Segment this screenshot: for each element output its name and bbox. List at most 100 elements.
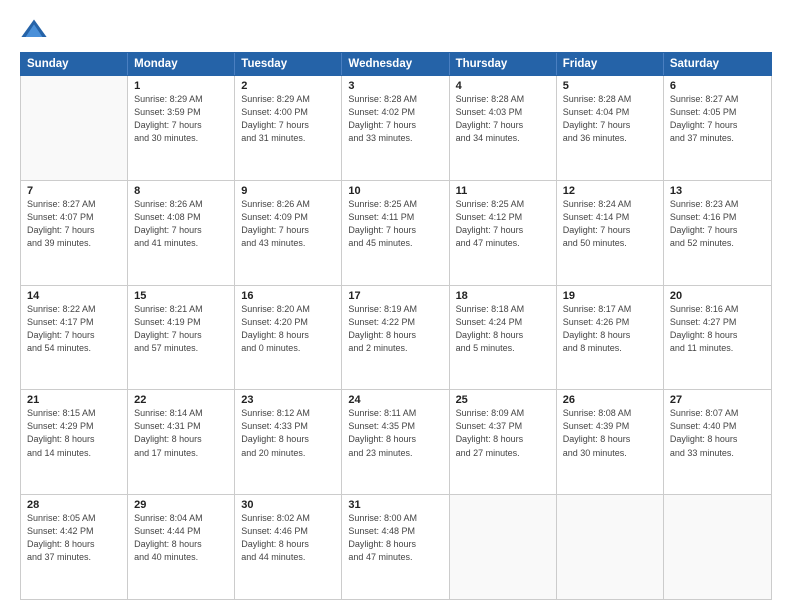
calendar-cell: 20Sunrise: 8:16 AMSunset: 4:27 PMDayligh… (664, 286, 771, 390)
cell-line: and 47 minutes. (348, 551, 442, 564)
calendar: SundayMondayTuesdayWednesdayThursdayFrid… (20, 52, 772, 600)
cell-line: and 33 minutes. (348, 132, 442, 145)
cell-line: Daylight: 8 hours (563, 433, 657, 446)
calendar-cell: 3Sunrise: 8:28 AMSunset: 4:02 PMDaylight… (342, 76, 449, 180)
calendar-cell: 18Sunrise: 8:18 AMSunset: 4:24 PMDayligh… (450, 286, 557, 390)
cell-line: Sunrise: 8:29 AM (241, 93, 335, 106)
cell-line: Sunset: 4:08 PM (134, 211, 228, 224)
cell-line: Daylight: 7 hours (241, 119, 335, 132)
calendar-cell: 5Sunrise: 8:28 AMSunset: 4:04 PMDaylight… (557, 76, 664, 180)
cell-line: Sunset: 4:42 PM (27, 525, 121, 538)
cell-line: Sunset: 4:31 PM (134, 420, 228, 433)
cell-line: Sunset: 4:40 PM (670, 420, 765, 433)
cell-line: Sunset: 4:12 PM (456, 211, 550, 224)
cell-line: Sunset: 4:05 PM (670, 106, 765, 119)
cell-line: Sunrise: 8:14 AM (134, 407, 228, 420)
cell-line: Daylight: 8 hours (456, 433, 550, 446)
calendar-row-0: 1Sunrise: 8:29 AMSunset: 3:59 PMDaylight… (21, 76, 771, 180)
calendar-cell: 14Sunrise: 8:22 AMSunset: 4:17 PMDayligh… (21, 286, 128, 390)
cell-line: Sunset: 4:48 PM (348, 525, 442, 538)
cell-line: and 41 minutes. (134, 237, 228, 250)
day-number: 12 (563, 185, 657, 197)
cell-line: Sunrise: 8:23 AM (670, 198, 765, 211)
cell-line: Sunset: 4:46 PM (241, 525, 335, 538)
cell-line: and 2 minutes. (348, 342, 442, 355)
calendar-cell: 23Sunrise: 8:12 AMSunset: 4:33 PMDayligh… (235, 390, 342, 494)
cell-line: and 44 minutes. (241, 551, 335, 564)
cell-line: Sunrise: 8:27 AM (670, 93, 765, 106)
cell-line: Sunset: 4:07 PM (27, 211, 121, 224)
cell-line: Sunrise: 8:05 AM (27, 512, 121, 525)
cell-line: Sunrise: 8:12 AM (241, 407, 335, 420)
day-number: 18 (456, 290, 550, 302)
cell-line: Sunrise: 8:26 AM (241, 198, 335, 211)
cell-line: Sunset: 4:17 PM (27, 316, 121, 329)
cell-line: Daylight: 8 hours (241, 329, 335, 342)
day-number: 15 (134, 290, 228, 302)
cell-line: and 5 minutes. (456, 342, 550, 355)
page: SundayMondayTuesdayWednesdayThursdayFrid… (0, 0, 792, 612)
cell-line: Daylight: 7 hours (134, 119, 228, 132)
header-day-sunday: Sunday (21, 53, 128, 75)
day-number: 30 (241, 499, 335, 511)
cell-line: Daylight: 8 hours (348, 329, 442, 342)
cell-line: and 50 minutes. (563, 237, 657, 250)
cell-line: Sunset: 4:14 PM (563, 211, 657, 224)
cell-line: Daylight: 7 hours (134, 224, 228, 237)
cell-line: Sunset: 4:16 PM (670, 211, 765, 224)
cell-line: Sunset: 4:27 PM (670, 316, 765, 329)
cell-line: Sunrise: 8:28 AM (563, 93, 657, 106)
calendar-cell: 22Sunrise: 8:14 AMSunset: 4:31 PMDayligh… (128, 390, 235, 494)
cell-line: Daylight: 8 hours (670, 433, 765, 446)
day-number: 2 (241, 80, 335, 92)
cell-line: Sunrise: 8:16 AM (670, 303, 765, 316)
cell-line: and 27 minutes. (456, 447, 550, 460)
cell-line: Daylight: 8 hours (134, 433, 228, 446)
cell-line: Sunset: 4:33 PM (241, 420, 335, 433)
day-number: 20 (670, 290, 765, 302)
day-number: 21 (27, 394, 121, 406)
cell-line: Daylight: 7 hours (348, 224, 442, 237)
calendar-cell: 4Sunrise: 8:28 AMSunset: 4:03 PMDaylight… (450, 76, 557, 180)
cell-line: and 43 minutes. (241, 237, 335, 250)
header (20, 16, 772, 44)
cell-line: and 45 minutes. (348, 237, 442, 250)
calendar-cell: 24Sunrise: 8:11 AMSunset: 4:35 PMDayligh… (342, 390, 449, 494)
cell-line: Sunrise: 8:24 AM (563, 198, 657, 211)
cell-line: and 57 minutes. (134, 342, 228, 355)
cell-line: and 37 minutes. (670, 132, 765, 145)
header-day-monday: Monday (128, 53, 235, 75)
cell-line: Sunset: 4:44 PM (134, 525, 228, 538)
cell-line: Sunrise: 8:19 AM (348, 303, 442, 316)
day-number: 1 (134, 80, 228, 92)
cell-line: Daylight: 8 hours (348, 538, 442, 551)
calendar-cell: 11Sunrise: 8:25 AMSunset: 4:12 PMDayligh… (450, 181, 557, 285)
cell-line: Sunrise: 8:26 AM (134, 198, 228, 211)
cell-line: Daylight: 8 hours (670, 329, 765, 342)
day-number: 11 (456, 185, 550, 197)
cell-line: and 37 minutes. (27, 551, 121, 564)
cell-line: Daylight: 7 hours (563, 119, 657, 132)
calendar-cell: 9Sunrise: 8:26 AMSunset: 4:09 PMDaylight… (235, 181, 342, 285)
cell-line: and 54 minutes. (27, 342, 121, 355)
cell-line: Sunrise: 8:07 AM (670, 407, 765, 420)
cell-line: and 20 minutes. (241, 447, 335, 460)
cell-line: and 33 minutes. (670, 447, 765, 460)
calendar-cell (21, 76, 128, 180)
cell-line: and 11 minutes. (670, 342, 765, 355)
cell-line: and 31 minutes. (241, 132, 335, 145)
cell-line: and 17 minutes. (134, 447, 228, 460)
cell-line: Sunrise: 8:21 AM (134, 303, 228, 316)
calendar-body: 1Sunrise: 8:29 AMSunset: 3:59 PMDaylight… (20, 76, 772, 600)
cell-line: Sunset: 4:02 PM (348, 106, 442, 119)
calendar-cell: 28Sunrise: 8:05 AMSunset: 4:42 PMDayligh… (21, 495, 128, 599)
calendar-cell: 16Sunrise: 8:20 AMSunset: 4:20 PMDayligh… (235, 286, 342, 390)
cell-line: Sunset: 4:37 PM (456, 420, 550, 433)
calendar-cell: 29Sunrise: 8:04 AMSunset: 4:44 PMDayligh… (128, 495, 235, 599)
cell-line: Sunset: 4:11 PM (348, 211, 442, 224)
day-number: 29 (134, 499, 228, 511)
cell-line: Sunrise: 8:04 AM (134, 512, 228, 525)
cell-line: Daylight: 8 hours (456, 329, 550, 342)
day-number: 9 (241, 185, 335, 197)
calendar-cell: 19Sunrise: 8:17 AMSunset: 4:26 PMDayligh… (557, 286, 664, 390)
